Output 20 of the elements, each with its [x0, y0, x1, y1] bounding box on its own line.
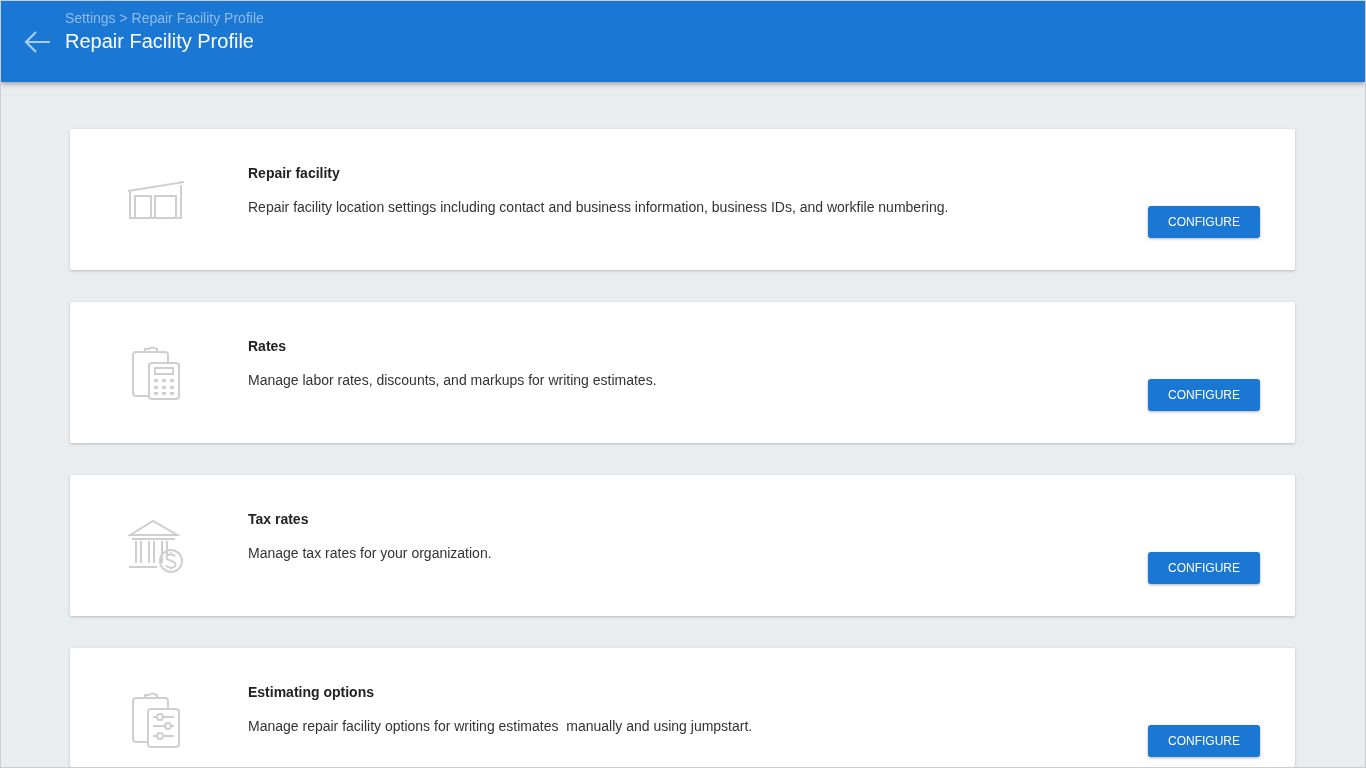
- back-arrow-icon: [23, 30, 51, 54]
- card-description: Manage repair facility options for writing estimates manually and using jumpstart.: [248, 717, 753, 736]
- card-title: Repair facility: [248, 164, 340, 183]
- configure-button[interactable]: CONFIGURE: [1148, 379, 1260, 411]
- configure-button[interactable]: CONFIGURE: [1148, 725, 1260, 757]
- card-description: Manage tax rates for your organization.: [248, 544, 492, 563]
- clipboard-calculator-icon: [131, 344, 181, 401]
- back-button[interactable]: [23, 30, 51, 54]
- card-title: Estimating options: [248, 683, 374, 702]
- card-title: Tax rates: [248, 510, 309, 529]
- card-description: Repair facility location settings including contact and business information, business IDs, and workfile numbering.: [248, 198, 949, 217]
- card-title: Rates: [248, 337, 287, 356]
- bank-coin-icon: [128, 517, 184, 574]
- breadcrumb: Settings > Repair Facility Profile: [65, 10, 264, 27]
- page-title: Repair Facility Profile: [65, 29, 254, 54]
- configure-button[interactable]: CONFIGURE: [1148, 552, 1260, 584]
- configure-button[interactable]: CONFIGURE: [1148, 206, 1260, 238]
- garage-icon: [127, 180, 185, 219]
- card-description: Manage labor rates, discounts, and markups for writing estimates.: [248, 371, 657, 390]
- clipboard-sliders-icon: [131, 689, 181, 748]
